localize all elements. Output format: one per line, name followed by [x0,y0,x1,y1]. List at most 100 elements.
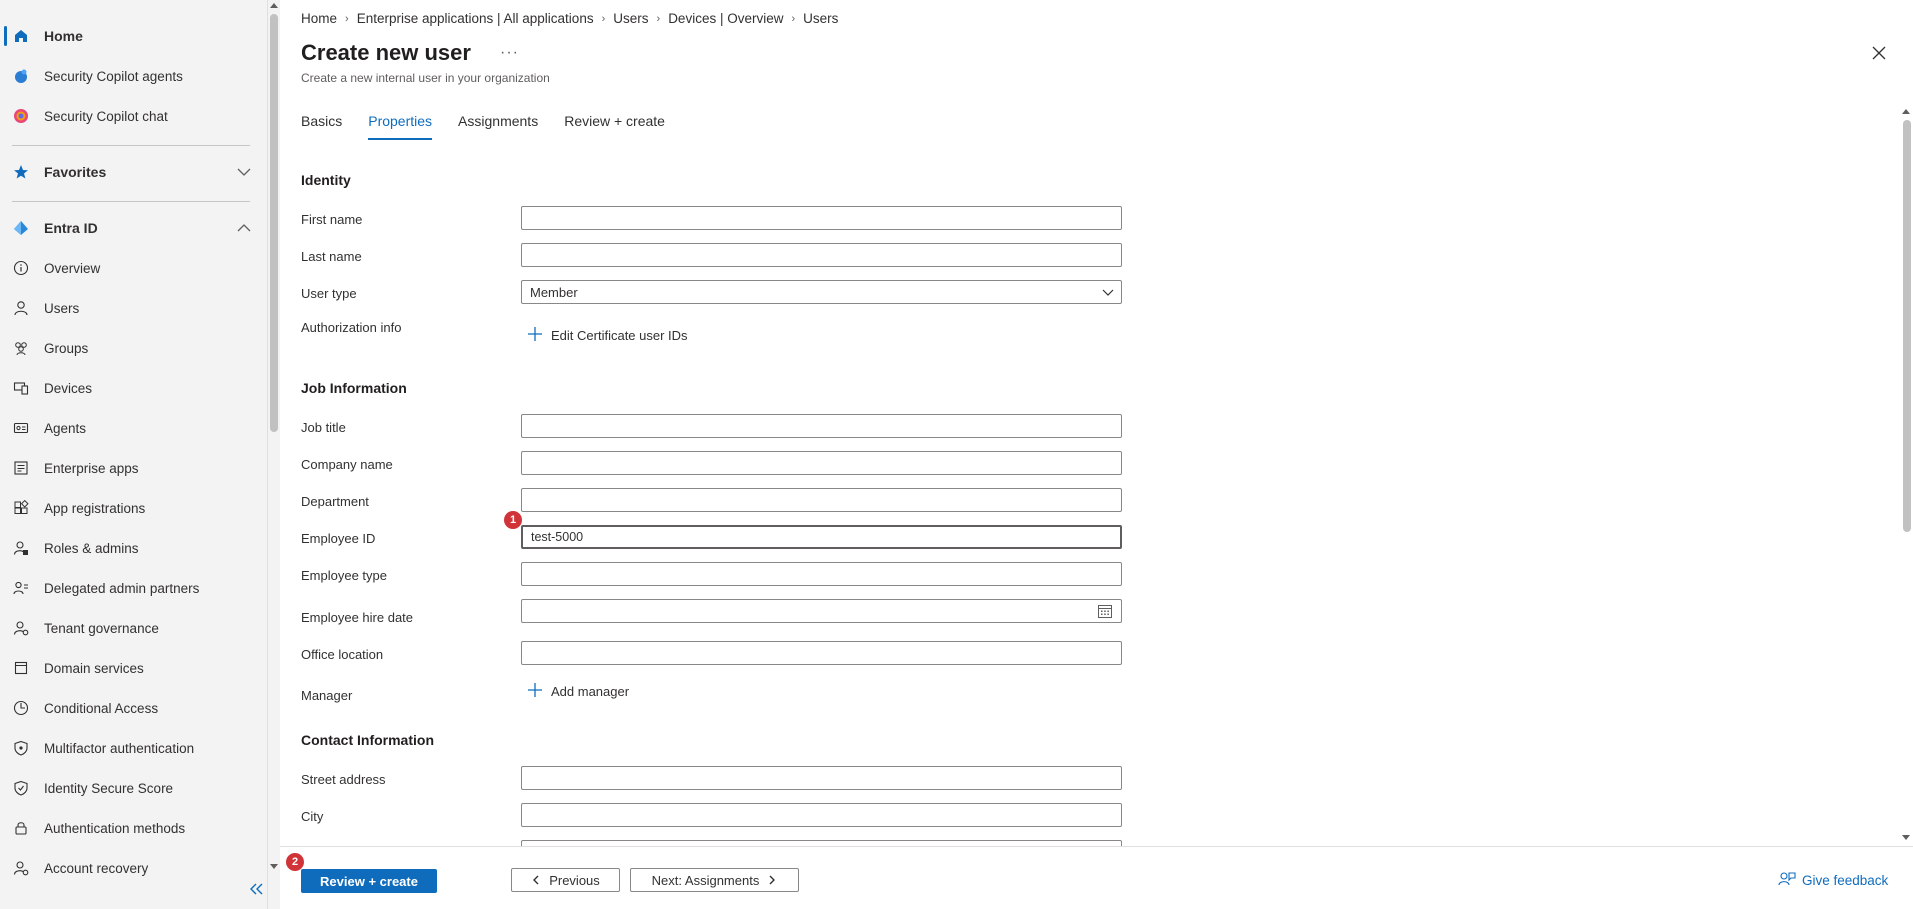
last-name-input[interactable] [521,243,1122,267]
sidebar-item-home[interactable]: Home [0,18,260,54]
previous-button[interactable]: Previous [511,868,620,892]
scroll-up-icon[interactable] [1902,108,1910,116]
job-title-label: Job title [301,420,346,435]
next-assignments-button[interactable]: Next: Assignments [630,868,799,892]
sidebar-item-label: Agents [44,420,87,436]
sidebar-item-delegated-admin-partners[interactable]: Delegated admin partners [0,570,260,606]
tab-review-create[interactable]: Review + create [564,113,665,140]
chevron-right-icon: › [656,12,661,25]
sidebar-item-conditional-access[interactable]: Conditional Access [0,690,260,726]
sidebar-item-label: Authentication methods [44,820,186,836]
close-icon[interactable] [1870,44,1888,62]
tab-properties[interactable]: Properties [368,113,433,140]
street-address-input[interactable] [521,766,1122,790]
sidebar-item-security-copilot-chat[interactable]: Security Copilot chat [0,98,260,134]
breadcrumb-link[interactable]: Home [301,11,337,26]
main-scrollbar-thumb[interactable] [1903,120,1911,532]
first-name-input[interactable] [521,206,1122,230]
add-manager-button[interactable]: Add manager [527,682,629,701]
devices-icon [12,379,30,397]
chevron-down-icon[interactable] [236,164,252,183]
employee-type-input[interactable] [521,562,1122,586]
tabs: Basics Properties Assignments Review + c… [301,113,691,140]
sidebar-item-label: Domain services [44,660,144,676]
breadcrumb-link[interactable]: Devices | Overview [668,11,783,26]
sidebar-item-tenant-governance[interactable]: Tenant governance [0,610,260,646]
chevron-left-icon [531,873,541,888]
user-type-select[interactable]: Member [521,280,1122,304]
sidebar-item-label: Delegated admin partners [44,580,200,596]
sidebar-item-entra-id[interactable]: Entra ID [0,210,260,246]
auth-methods-icon [12,819,30,837]
sidebar-item-account-recovery[interactable]: Account recovery [0,850,260,886]
sidebar-item-groups[interactable]: Groups [0,330,260,366]
sidebar-item-label: Identity Secure Score [44,780,174,796]
sidebar-item-multifactor-authentication[interactable]: Multifactor authentication [0,730,260,766]
sidebar-item-label: Enterprise apps [44,460,139,476]
sidebar-item-authentication-methods[interactable]: Authentication methods [0,810,260,846]
sidebar: Home Security Copilot agents Security Co… [0,0,268,909]
sidebar-item-agents[interactable]: Agents [0,410,260,446]
city-input[interactable] [521,803,1122,827]
calendar-icon[interactable] [1097,603,1113,622]
breadcrumb-link[interactable]: Enterprise applications | All applicatio… [357,11,594,26]
sidebar-item-users[interactable]: Users [0,290,260,326]
sidebar-item-app-registrations[interactable]: App registrations [0,490,260,526]
street-address-label: Street address [301,772,386,787]
sidebar-item-enterprise-apps[interactable]: Enterprise apps [0,450,260,486]
office-location-input[interactable] [521,641,1122,665]
sidebar-item-roles-admins[interactable]: Roles & admins [0,530,260,566]
sidebar-item-security-copilot-agents[interactable]: Security Copilot agents [0,58,260,94]
copilot-agents-icon [12,67,30,85]
employee-id-input[interactable] [521,525,1122,549]
sidebar-item-devices[interactable]: Devices [0,370,260,406]
first-name-label: First name [301,212,363,227]
authorization-info-label: Authorization info [301,320,402,335]
entra-icon [12,219,30,237]
sidebar-item-domain-services[interactable]: Domain services [0,650,260,686]
contact-information-heading: Contact Information [301,732,434,748]
breadcrumb-link[interactable]: Users [803,11,838,26]
department-label: Department [301,494,369,509]
sidebar-item-label: App registrations [44,500,146,516]
scroll-down-icon[interactable] [1902,833,1910,841]
sidebar-item-label: Groups [44,340,89,356]
next-label: Next: Assignments [651,872,760,888]
city-label: City [301,809,324,824]
sidebar-item-label: Home [44,28,83,44]
employee-type-label: Employee type [301,568,387,583]
company-name-label: Company name [301,457,393,472]
plus-icon [527,682,543,701]
chevron-right-icon: › [791,12,796,25]
job-title-input[interactable] [521,414,1122,438]
sidebar-scrollbar-thumb[interactable] [270,14,278,432]
sidebar-item-overview[interactable]: Overview [0,250,260,286]
tab-basics[interactable]: Basics [301,113,342,140]
scroll-up-icon[interactable] [270,2,278,10]
sidebar-item-identity-secure-score[interactable]: Identity Secure Score [0,770,260,806]
department-input[interactable] [521,488,1122,512]
shield-icon [12,739,30,757]
app-registrations-icon [12,499,30,517]
chevron-right-icon: › [345,12,349,25]
sidebar-item-label: Devices [44,380,93,396]
sidebar-item-label: Overview [44,260,101,276]
info-icon [12,259,30,277]
chevron-up-icon[interactable] [236,220,252,239]
feedback-icon [1778,871,1796,890]
edit-certificate-user-ids-button[interactable]: Edit Certificate user IDs [527,326,688,345]
enterprise-apps-icon [12,459,30,477]
employee-hire-date-picker[interactable] [521,599,1122,623]
scroll-down-icon[interactable] [270,862,278,870]
company-name-input[interactable] [521,451,1122,475]
give-feedback-link[interactable]: Give feedback [1778,871,1888,890]
more-options-icon[interactable]: ··· [500,44,519,62]
sidebar-item-favorites[interactable]: Favorites [0,154,260,190]
home-icon [12,27,30,45]
tab-assignments[interactable]: Assignments [458,113,538,140]
collapse-sidebar-icon[interactable] [250,882,264,898]
breadcrumb-link[interactable]: Users [613,11,648,26]
review-create-button[interactable]: Review + create [301,869,437,893]
annotation-badge-1: 1 [504,511,522,529]
employee-id-label: Employee ID [301,531,376,546]
